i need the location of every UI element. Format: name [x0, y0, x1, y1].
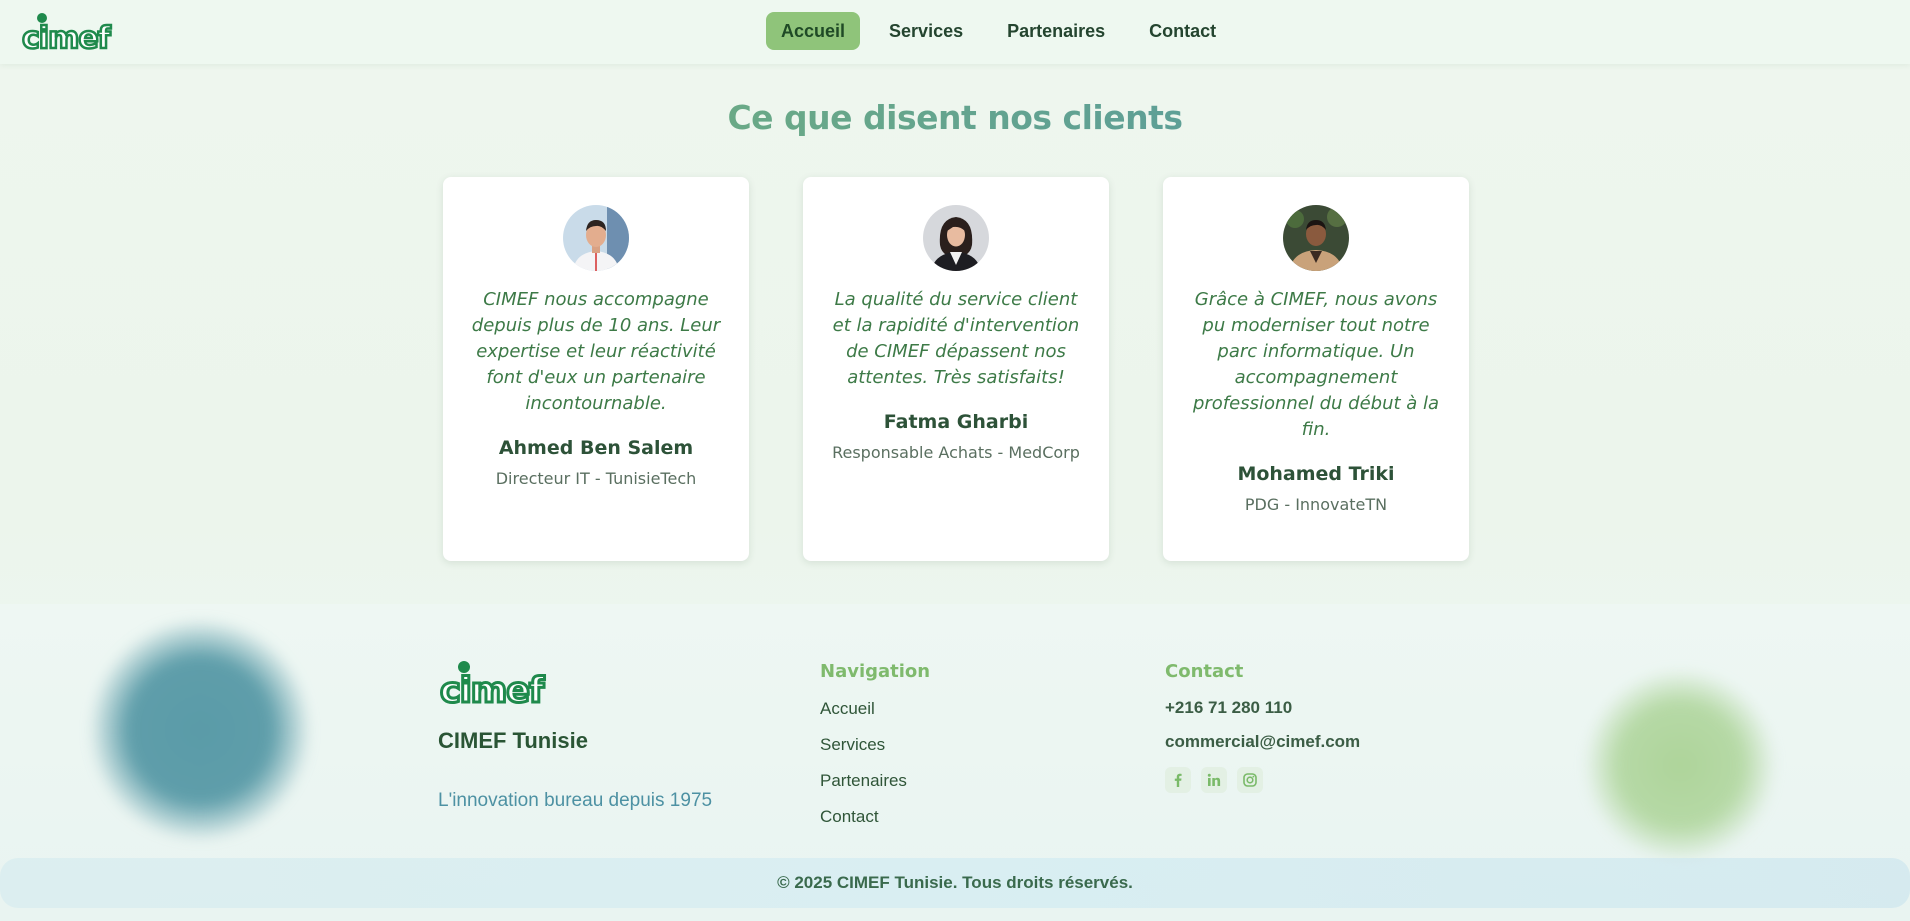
svg-text:cimef: cimef: [440, 671, 545, 706]
footer-link-partenaires[interactable]: Partenaires: [820, 769, 907, 792]
svg-text:cimef: cimef: [22, 21, 112, 52]
testimonial-author: Fatma Gharbi: [883, 411, 1029, 433]
nav-services[interactable]: Services: [874, 12, 978, 50]
cimef-logo[interactable]: cimef: [438, 660, 564, 706]
social-links: [1165, 767, 1263, 793]
testimonial-card: Grâce à CIMEF, nous avons pu moderniser …: [1163, 177, 1469, 561]
testimonial-role: Directeur IT - TunisieTech: [495, 469, 697, 488]
main-nav: Accueil Services Partenaires Contact: [766, 12, 1231, 50]
testimonials-grid: CIMEF nous accompagne depuis plus de 10 …: [443, 177, 1469, 561]
instagram-icon[interactable]: [1237, 767, 1263, 793]
testimonial-role: Responsable Achats - MedCorp: [832, 443, 1080, 462]
contact-email[interactable]: commercial@cimef.com: [1165, 732, 1360, 752]
company-name: CIMEF Tunisie: [438, 728, 588, 753]
woman-photo-icon: [923, 205, 989, 271]
testimonial-author: Mohamed Triki: [1237, 463, 1395, 485]
footer-navigation-title: Navigation: [820, 661, 931, 682]
contact-phone[interactable]: +216 71 280 110: [1165, 698, 1292, 718]
testimonial-quote: Grâce à CIMEF, nous avons pu moderniser …: [1192, 289, 1440, 440]
footer-contact-title: Contact: [1165, 661, 1244, 682]
testimonial-quote: La qualité du service client et la rapid…: [832, 289, 1080, 388]
footer-link-services[interactable]: Services: [820, 733, 907, 756]
man-photo-icon: [1283, 205, 1349, 271]
company-tagline: L'innovation bureau depuis 1975: [438, 790, 713, 811]
top-navbar: cimef Accueil Services Partenaires Conta…: [0, 0, 1910, 64]
testimonial-card: La qualité du service client et la rapid…: [803, 177, 1109, 561]
avatar: [563, 205, 629, 271]
facebook-icon[interactable]: [1165, 767, 1191, 793]
footer-link-contact[interactable]: Contact: [820, 805, 907, 828]
avatar: [1283, 205, 1349, 271]
decorative-blob: [1585, 670, 1775, 860]
testimonial-role: PDG - InnovateTN: [1244, 495, 1388, 514]
nav-contact[interactable]: Contact: [1134, 12, 1231, 50]
cimef-logo[interactable]: cimef: [20, 12, 126, 52]
testimonial-card: CIMEF nous accompagne depuis plus de 10 …: [443, 177, 749, 561]
man-photo-icon: [563, 205, 629, 271]
nav-partenaires[interactable]: Partenaires: [992, 12, 1120, 50]
testimonial-quote: CIMEF nous accompagne depuis plus de 10 …: [471, 289, 721, 414]
footer-navigation: Accueil Services Partenaires Contact: [820, 697, 907, 828]
copyright-text: © 2025 CIMEF Tunisie. Tous droits réserv…: [777, 873, 1133, 892]
testimonial-author: Ahmed Ben Salem: [498, 437, 694, 459]
testimonials-title: Ce que disent nos clients: [0, 98, 1910, 137]
linkedin-icon[interactable]: [1201, 767, 1227, 793]
decorative-blob: [90, 620, 310, 840]
nav-accueil[interactable]: Accueil: [766, 12, 861, 50]
avatar: [923, 205, 989, 271]
footer-link-accueil[interactable]: Accueil: [820, 697, 907, 720]
